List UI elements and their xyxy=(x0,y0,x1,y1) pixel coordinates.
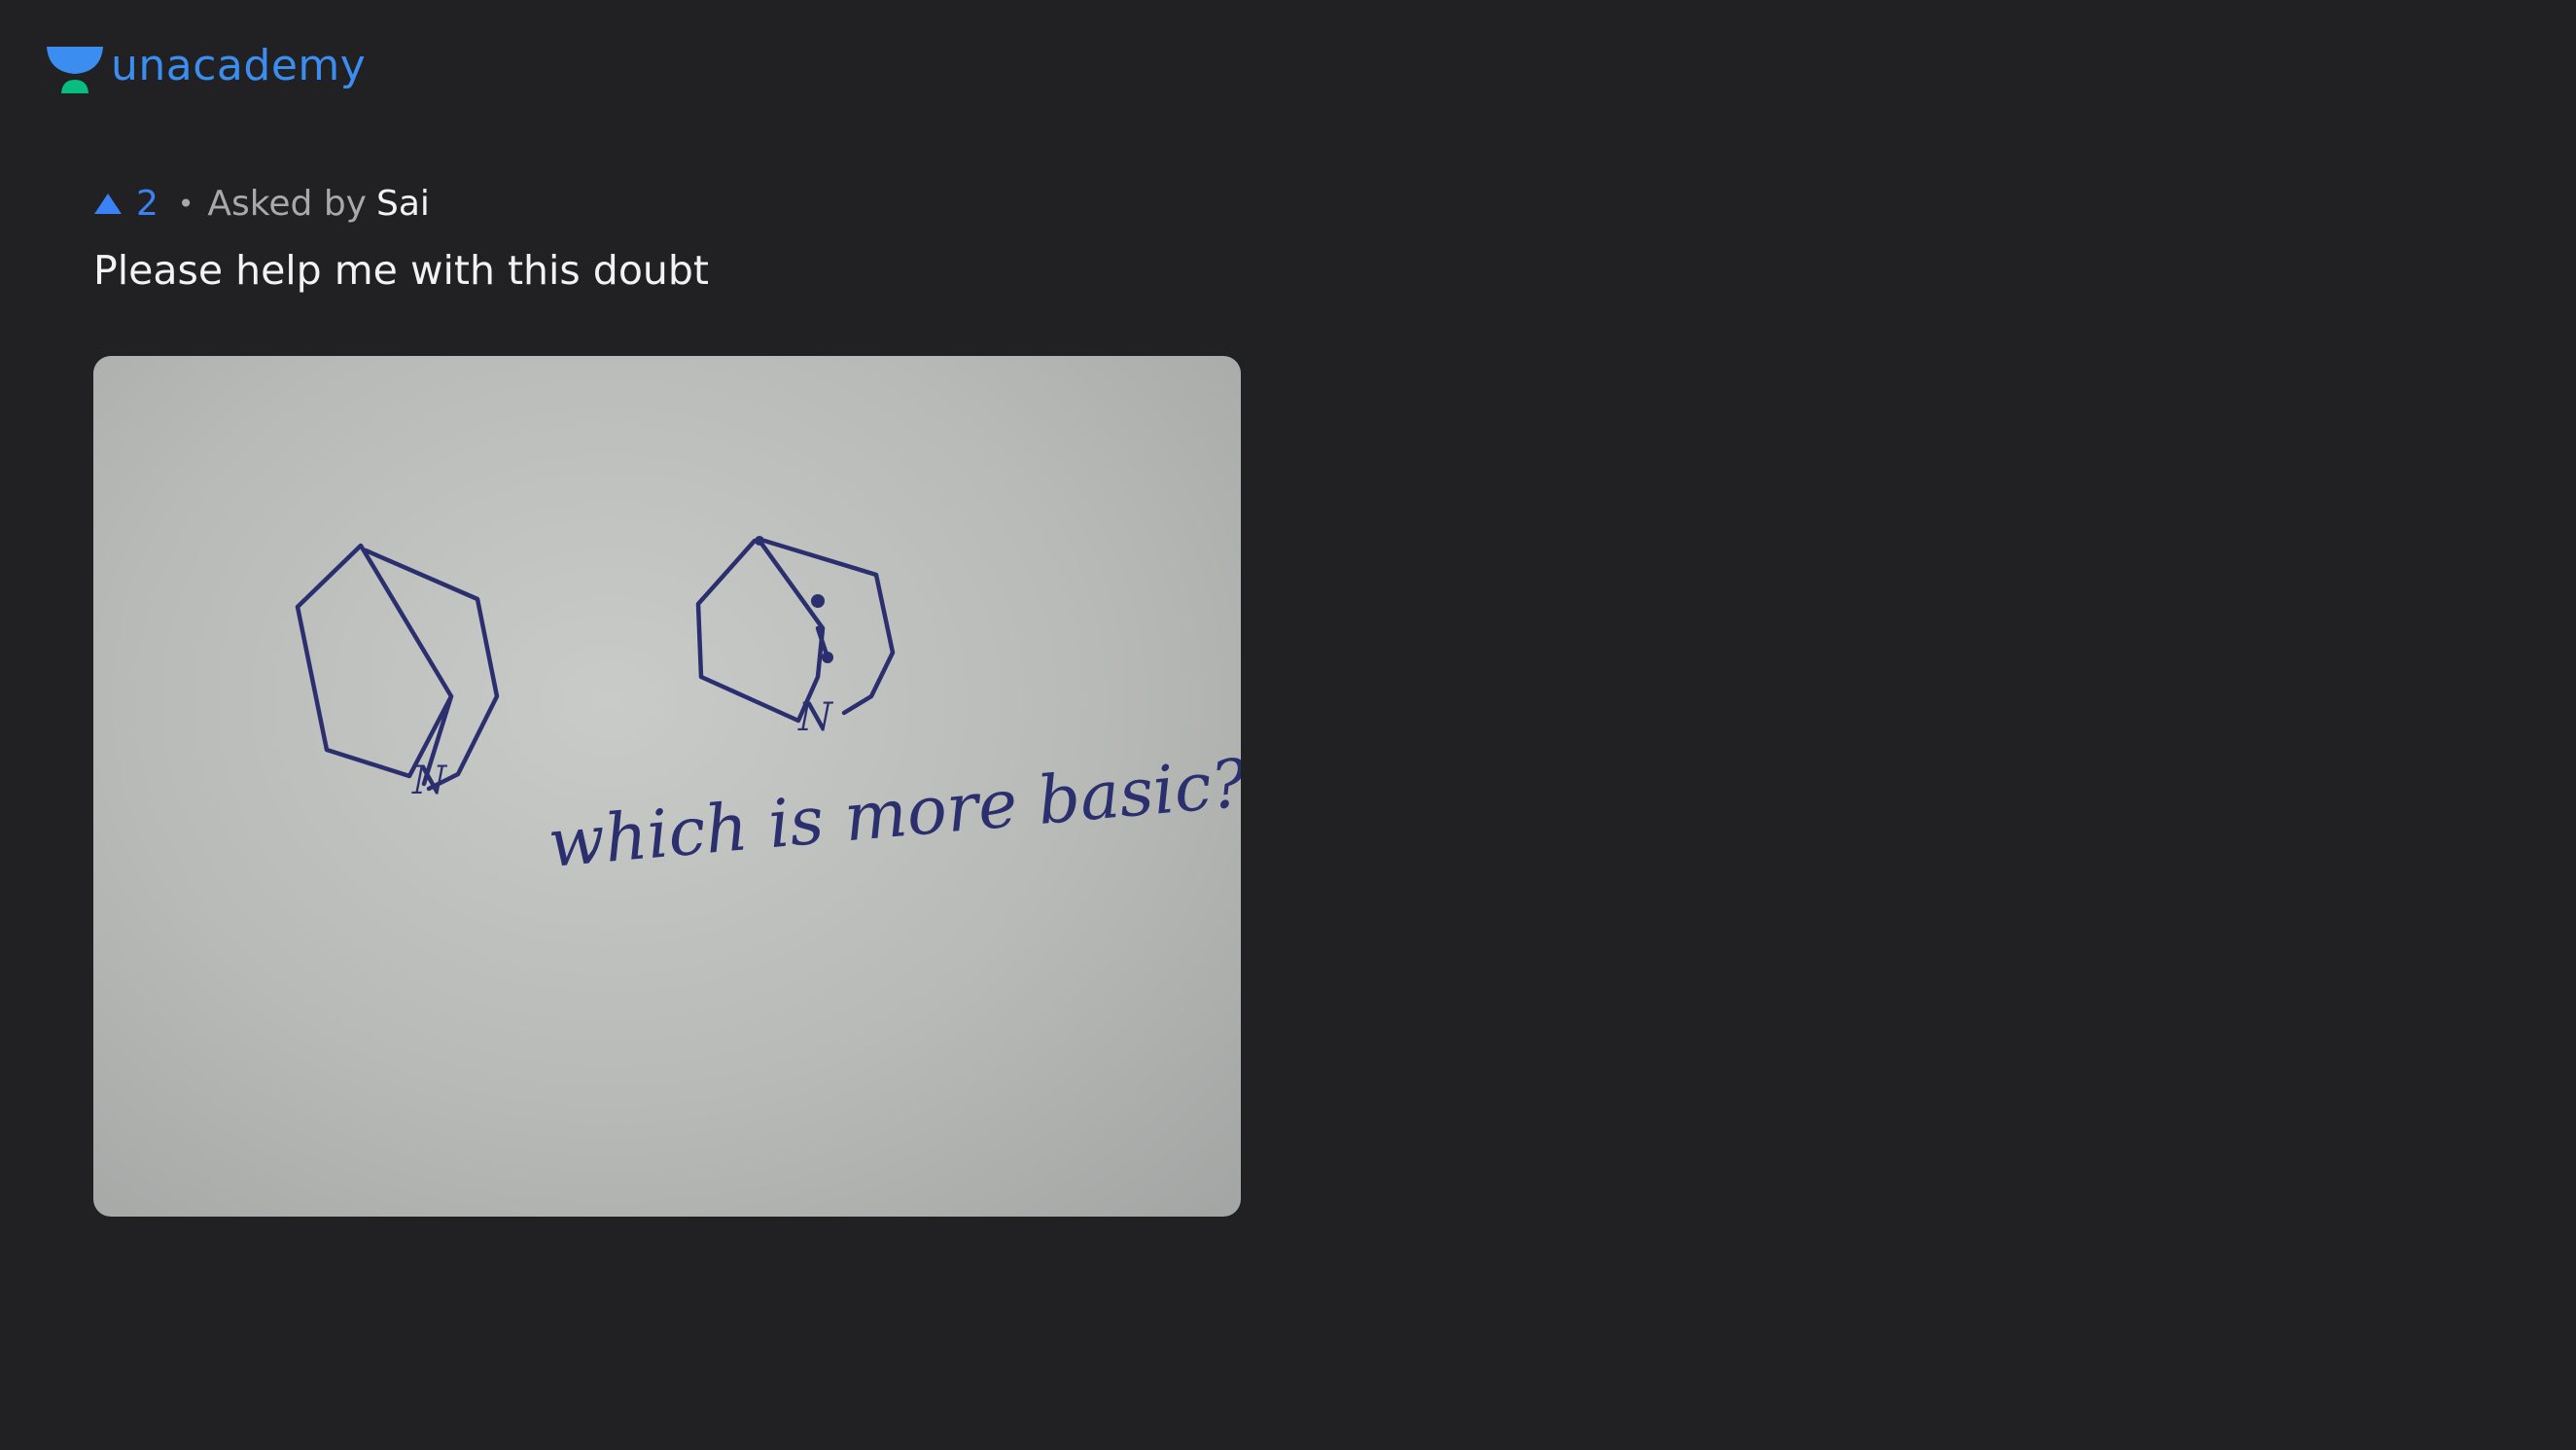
bridgehead-dot xyxy=(822,652,833,663)
unacademy-logo[interactable]: unacademy xyxy=(45,43,366,95)
handwritten-question: which is more basic? xyxy=(546,745,1241,883)
upvote-button[interactable]: 2 xyxy=(93,187,159,222)
meta-separator: • xyxy=(177,188,194,220)
question-meta: 2 • Asked by Sai xyxy=(93,187,430,222)
nitrogen-label-left: N xyxy=(411,759,448,803)
apex-dot xyxy=(755,536,764,546)
nitrogen-label-right: N xyxy=(797,695,834,740)
doubt-attachment-image[interactable]: N N which is more basic? xyxy=(93,356,1241,1217)
right-ring-drawing xyxy=(695,538,826,724)
asked-by-label: Asked by xyxy=(207,184,367,224)
brand-name: unacademy xyxy=(111,41,367,90)
unacademy-logo-icon xyxy=(47,47,103,93)
bridgehead-dot xyxy=(811,594,825,608)
author-name[interactable]: Sai xyxy=(376,187,430,222)
left-ring-drawing xyxy=(295,543,454,779)
doubt-page: unacademy 2 • Asked by Sai Please help m… xyxy=(0,0,2576,1450)
upvote-arrow-icon xyxy=(94,194,122,214)
upvote-count: 2 xyxy=(136,184,159,224)
handwritten-photo: N N which is more basic? xyxy=(295,536,1241,883)
question-title: Please help me with this doubt xyxy=(93,247,709,294)
right-bridge-drawing xyxy=(761,538,896,716)
